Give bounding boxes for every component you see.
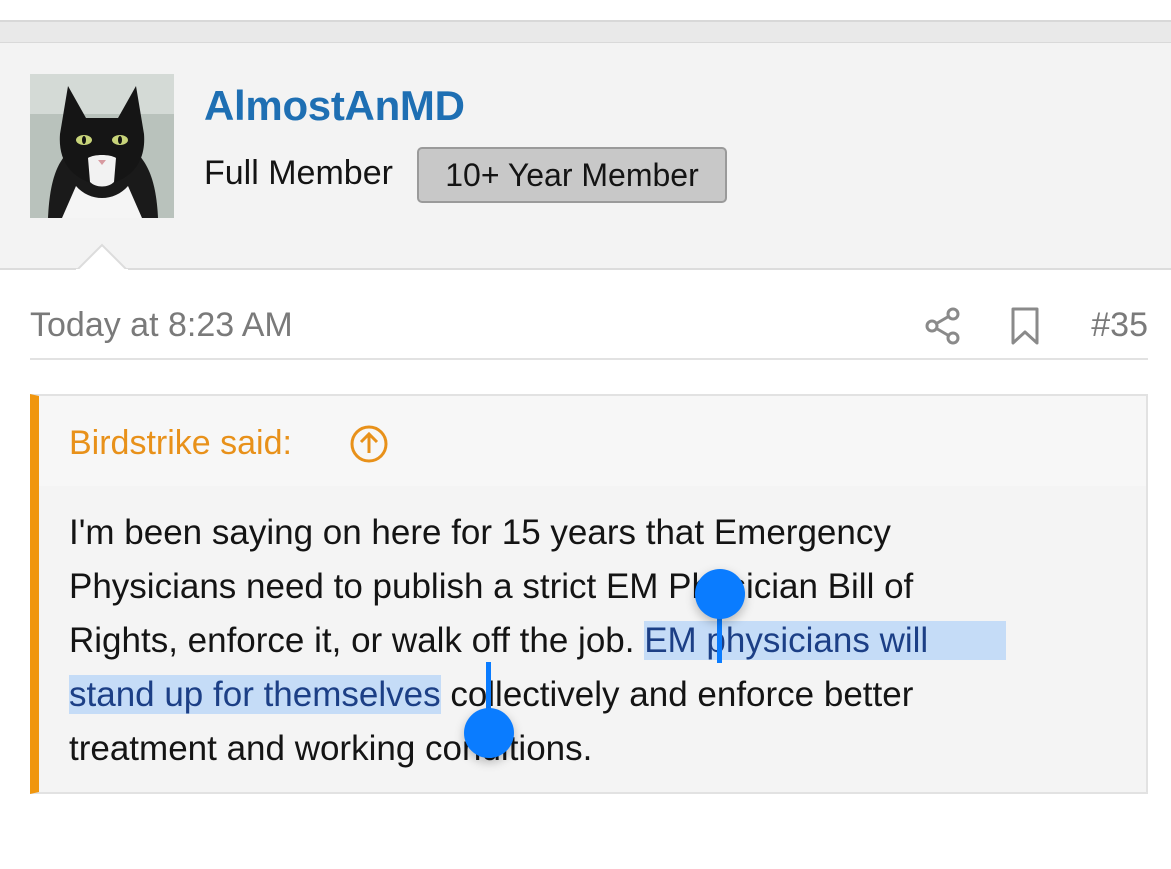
header-divider xyxy=(0,22,1171,43)
selected-text-part-2[interactable]: stand up for themselves xyxy=(69,675,441,714)
author-name[interactable]: AlmostAnMD xyxy=(204,82,465,130)
avatar[interactable] xyxy=(30,74,174,218)
quote-line-1: I'm been saying on here for 15 years tha… xyxy=(69,513,891,552)
post-timestamp[interactable]: Today at 8:23 AM xyxy=(30,306,293,345)
top-strip xyxy=(0,0,1171,20)
quote-line-3: Rights, enforce it, or walk off the job.… xyxy=(69,614,1007,668)
post-number[interactable]: #35 xyxy=(1091,306,1148,345)
bookmark-icon[interactable] xyxy=(1007,306,1043,346)
quote-line-3-text: Rights, enforce it, or walk off the job. xyxy=(69,621,645,660)
post-meta-row: Today at 8:23 AM #35 xyxy=(30,300,1148,360)
post-author-header xyxy=(0,20,1171,270)
member-badge: 10+ Year Member xyxy=(417,147,727,203)
selected-text-part-1[interactable]: EM physicians will xyxy=(644,621,1007,660)
quote-attribution[interactable]: Birdstrike said: xyxy=(69,424,292,463)
selection-end-handle[interactable] xyxy=(464,708,514,758)
selection-start-handle[interactable] xyxy=(695,569,745,619)
share-icon[interactable] xyxy=(923,306,963,346)
quote-block: Birdstrike said: I'm been saying on here… xyxy=(30,394,1148,794)
quote-line-4-rest: collectively and enforce better xyxy=(440,675,914,714)
quote-line-2: Physicians need to publish a strict EM P… xyxy=(69,567,914,606)
author-role: Full Member xyxy=(204,154,393,192)
header-pointer xyxy=(76,243,128,271)
jump-to-quote-icon[interactable] xyxy=(349,424,389,464)
